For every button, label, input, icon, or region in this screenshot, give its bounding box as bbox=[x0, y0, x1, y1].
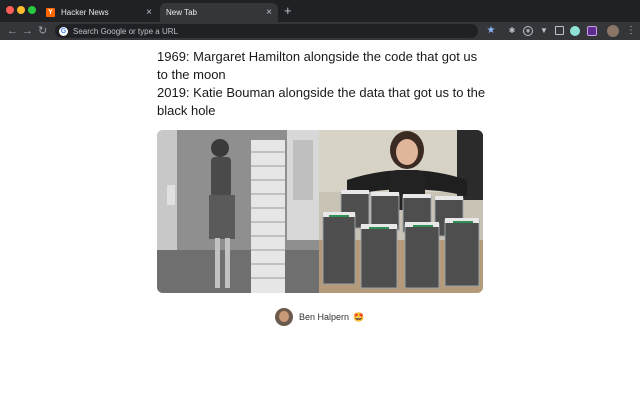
minimize-window-button[interactable] bbox=[17, 6, 25, 14]
extension-icon[interactable]: ◉ bbox=[523, 26, 533, 36]
tab-new-tab[interactable]: New Tab × bbox=[160, 3, 278, 22]
omnibox[interactable]: G Search Google or type a URL bbox=[55, 24, 478, 38]
close-tab-icon[interactable]: × bbox=[266, 7, 272, 18]
extension-icon[interactable] bbox=[570, 26, 580, 36]
comparison-photo-illustration bbox=[157, 130, 483, 293]
post-caption: 1969: Margaret Hamilton alongside the co… bbox=[157, 48, 487, 120]
extension-icon[interactable] bbox=[587, 26, 597, 36]
browser-toolbar: ← → ↻ G Search Google or type a URL ★ ✱ … bbox=[0, 22, 640, 40]
tab-label: New Tab bbox=[166, 8, 197, 17]
back-arrow-icon[interactable]: ← bbox=[7, 24, 18, 38]
close-tab-icon[interactable]: × bbox=[146, 7, 152, 18]
author-avatar[interactable] bbox=[275, 308, 293, 326]
tab-label: Hacker News bbox=[61, 8, 109, 17]
reload-icon[interactable]: ↻ bbox=[38, 24, 47, 38]
close-window-button[interactable] bbox=[6, 6, 14, 14]
tab-strip: Y Hacker News × New Tab × + bbox=[0, 0, 640, 22]
bookmark-star-icon[interactable]: ★ bbox=[486, 26, 496, 36]
caption-line-2019: 2019: Katie Bouman alongside the data th… bbox=[157, 85, 486, 118]
forward-arrow-icon[interactable]: → bbox=[22, 24, 33, 38]
google-icon: G bbox=[59, 26, 68, 36]
vue-devtools-icon[interactable]: ▼ bbox=[539, 26, 549, 36]
tab-hacker-news[interactable]: Y Hacker News × bbox=[40, 3, 158, 22]
post-author[interactable]: Ben Halpern 🤩 bbox=[275, 308, 364, 326]
omnibox-placeholder: Search Google or type a URL bbox=[73, 26, 178, 36]
comparison-photo bbox=[157, 130, 483, 293]
star-struck-emoji-icon: 🤩 bbox=[353, 311, 365, 322]
puzzle-extension-icon[interactable]: ✱ bbox=[507, 26, 517, 36]
profile-avatar[interactable] bbox=[607, 25, 619, 37]
extension-icon[interactable] bbox=[555, 26, 564, 35]
hacker-news-favicon-icon: Y bbox=[46, 8, 55, 17]
menu-kebab-icon[interactable]: ⋮ bbox=[626, 26, 636, 36]
maximize-window-button[interactable] bbox=[28, 6, 36, 14]
new-tab-button[interactable]: + bbox=[284, 4, 292, 18]
caption-line-1969: 1969: Margaret Hamilton alongside the co… bbox=[157, 49, 478, 82]
author-name[interactable]: Ben Halpern bbox=[299, 312, 349, 322]
